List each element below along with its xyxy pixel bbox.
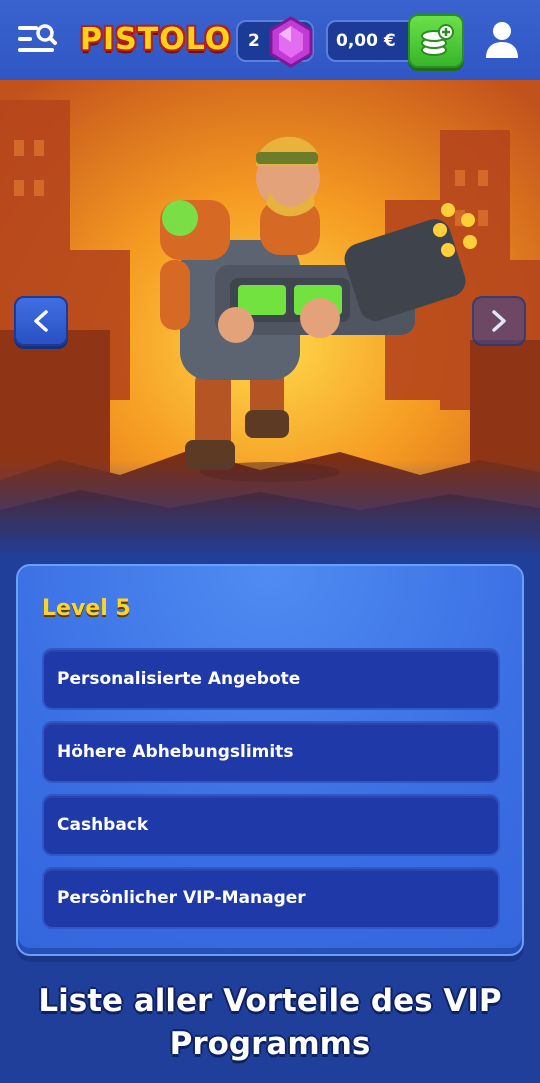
chevron-right-icon <box>492 310 506 332</box>
deposit-button[interactable] <box>408 14 464 68</box>
gem-count: 2 <box>248 31 260 51</box>
benefit-label: Cashback <box>57 815 149 835</box>
coins-plus-icon <box>421 24 454 56</box>
menu-search-icon <box>18 24 57 52</box>
user-icon <box>486 22 518 58</box>
gem-icon <box>269 16 313 68</box>
benefit-item: Höhere Abhebungslimits <box>42 721 500 783</box>
hero-banner <box>0 80 540 560</box>
profile-button[interactable] <box>484 20 520 60</box>
top-bar: PISTOLO 2 0,00 € <box>0 0 540 80</box>
gem-balance[interactable]: 2 <box>236 16 314 68</box>
footer-title: Liste aller Vorteile des VIP Programms <box>0 980 540 1066</box>
chevron-left-icon <box>34 310 48 332</box>
next-slide-button[interactable] <box>472 296 526 346</box>
hero-illustration <box>0 80 540 560</box>
footer-title-line2: Programms <box>169 1026 371 1062</box>
benefit-item: Personalisierte Angebote <box>42 648 500 710</box>
vip-level-card: Level 5 Personalisierte Angebote Höhere … <box>16 564 524 956</box>
benefit-item: Persönlicher VIP-Manager <box>42 867 500 929</box>
benefit-item: Cashback <box>42 794 500 856</box>
benefit-label: Persönlicher VIP-Manager <box>57 888 306 908</box>
balance-amount: 0,00 € <box>336 31 396 51</box>
menu-search-button[interactable] <box>18 22 58 58</box>
vip-level-title: Level 5 <box>42 596 131 621</box>
benefit-label: Höhere Abhebungslimits <box>57 742 294 762</box>
pistolo-logo[interactable]: PISTOLO <box>80 18 231 62</box>
benefit-label: Personalisierte Angebote <box>57 669 301 689</box>
footer-title-line1: Liste aller Vorteile des VIP <box>38 983 502 1019</box>
prev-slide-button[interactable] <box>14 296 68 346</box>
